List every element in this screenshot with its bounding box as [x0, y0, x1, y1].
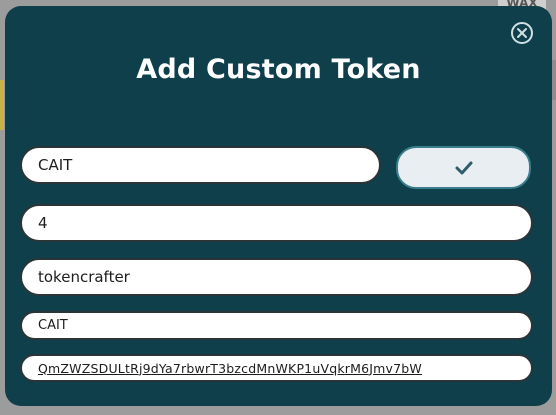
checkmark-icon	[455, 161, 472, 174]
add-custom-token-modal: Add Custom Token CAIT 4 tokencrafter CAI…	[5, 6, 552, 406]
confirm-button[interactable]	[396, 146, 531, 189]
modal-title: Add Custom Token	[136, 54, 421, 85]
token-precision-input[interactable]: 4	[20, 204, 533, 242]
token-name-input[interactable]: CAIT	[20, 311, 533, 340]
token-contract-input[interactable]: tokencrafter	[20, 258, 533, 296]
background-accent	[0, 80, 4, 130]
close-button[interactable]	[511, 22, 533, 44]
token-logo-hash-input[interactable]: QmZWZSDULtRj9dYa7rbwrT3bzcdMnWKP1uVqkrM6…	[20, 354, 533, 382]
token-symbol-input[interactable]: CAIT	[20, 146, 381, 184]
close-icon	[517, 28, 527, 38]
